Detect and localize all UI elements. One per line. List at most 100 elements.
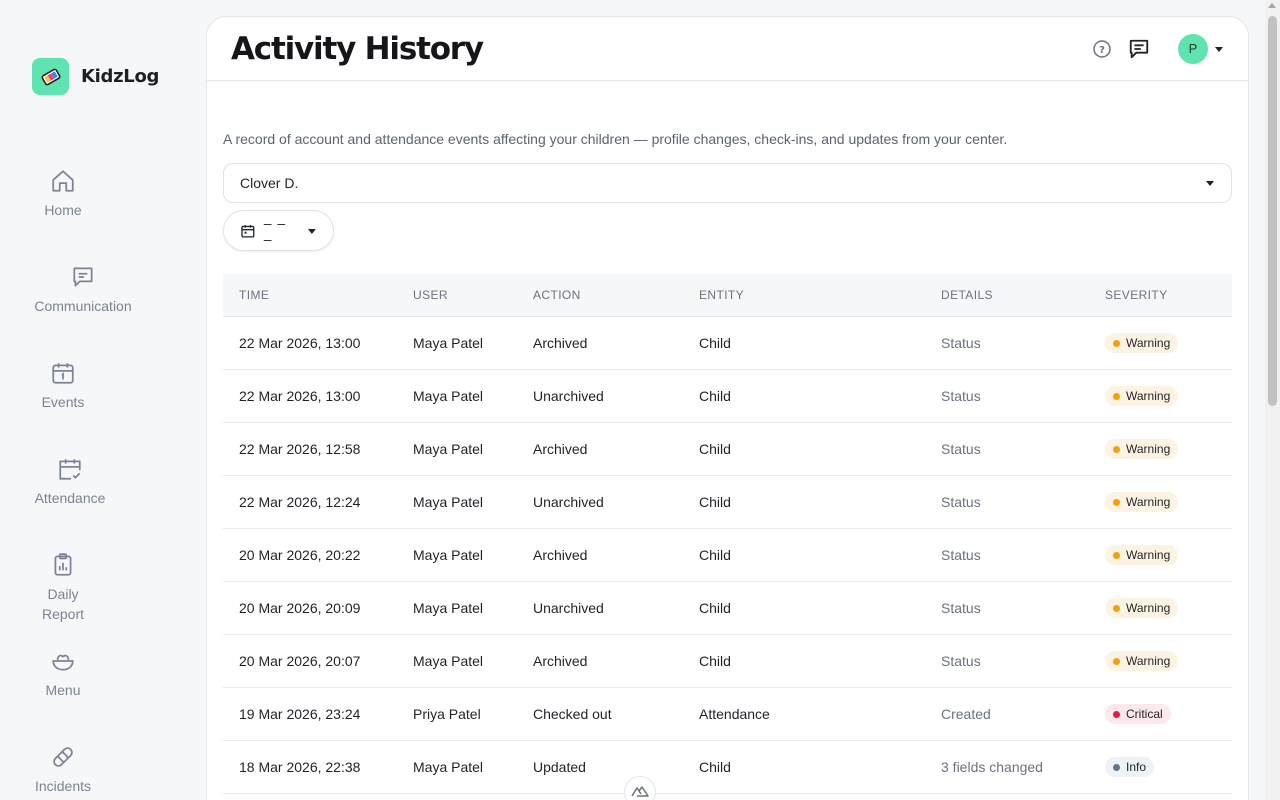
table-row[interactable]: 20 Mar 2026, 20:07 Maya Patel Archived Chil… <box>223 635 1232 688</box>
message-icon <box>1129 39 1149 58</box>
cell-entity: Child <box>699 335 731 351</box>
cell-entity: Child <box>699 653 731 669</box>
date-range-filter[interactable]: – – – <box>223 210 334 251</box>
sidebar-item-incidents[interactable]: Incidents <box>0 744 126 796</box>
severity-badge: Warning <box>1105 598 1179 618</box>
messages-button[interactable] <box>1128 38 1150 60</box>
child-select[interactable]: Clover D. <box>223 163 1232 203</box>
severity-label: Info <box>1126 760 1147 774</box>
devtools-toggle-button[interactable] <box>624 776 656 800</box>
home-icon <box>52 170 74 192</box>
header-actions: ? P <box>1092 33 1224 64</box>
clipboard-icon <box>54 553 72 576</box>
cell-time: 22 Mar 2026, 13:00 <box>239 335 361 351</box>
severity-label: Warning <box>1126 495 1171 509</box>
sidebar-item-label: Menu <box>45 682 81 698</box>
calendar-check-icon <box>59 459 81 480</box>
cell-user: Maya Patel <box>413 653 484 669</box>
column-header-entity[interactable]: ENTITY <box>699 288 941 302</box>
cell-user: Priya Patel <box>413 706 481 722</box>
table-row[interactable]: 22 Mar 2026, 12:24 Maya Patel Unarchived Ch… <box>223 476 1232 529</box>
severity-dot-icon <box>1113 551 1120 559</box>
sidebar-item-menu[interactable]: Menu <box>0 648 126 700</box>
sidebar-item-attendance[interactable]: Attendance <box>0 456 140 508</box>
table-row[interactable]: 20 Mar 2026, 20:09 Maya Patel Unarchived Ch… <box>223 582 1232 635</box>
severity-dot-icon <box>1113 763 1120 771</box>
child-select-value: Clover D. <box>240 175 299 191</box>
table-row[interactable]: 18 Mar 2026, 22:38 Maya Patel Updated Child… <box>223 741 1232 794</box>
sidebar-item-events[interactable]: Events <box>0 360 126 412</box>
cell-severity: Warning <box>1105 333 1232 353</box>
severity-dot-icon <box>1113 604 1120 612</box>
cell-user: Maya Patel <box>413 388 484 404</box>
cell-action: Unarchived <box>533 388 604 404</box>
cell-time: 20 Mar 2026, 20:22 <box>239 547 361 563</box>
severity-dot-icon <box>1113 392 1120 400</box>
sidebar-item-daily-report[interactable]: Daily Report <box>0 552 126 624</box>
severity-label: Warning <box>1126 442 1171 456</box>
column-header-severity[interactable]: SEVERITY <box>1105 288 1232 302</box>
severity-dot-icon <box>1113 339 1120 347</box>
severity-label: Warning <box>1126 548 1171 562</box>
calendar-icon <box>241 224 255 238</box>
cell-entity: Child <box>699 441 731 457</box>
caret-down-icon <box>1215 46 1223 52</box>
cell-entity: Child <box>699 600 731 616</box>
scrollbar[interactable] <box>1265 0 1280 800</box>
severity-badge: Warning <box>1105 651 1179 671</box>
cell-severity: Warning <box>1105 439 1232 459</box>
cell-severity: Warning <box>1105 545 1232 565</box>
sidebar: KidzLog Home Communication Events Attend… <box>0 0 206 800</box>
severity-dot-icon <box>1113 445 1120 453</box>
column-header-action[interactable]: ACTION <box>533 288 699 302</box>
cell-details: Status <box>941 335 981 351</box>
cell-time: 20 Mar 2026, 20:07 <box>239 653 361 669</box>
table-row[interactable]: 22 Mar 2026, 13:00 Maya Patel Unarchived Ch… <box>223 370 1232 423</box>
activity-table: TIME USER ACTION ENTITY DETAILS SEVERITY… <box>223 274 1232 794</box>
user-menu[interactable]: P <box>1178 33 1224 64</box>
severity-badge: Warning <box>1105 333 1179 353</box>
calendar-icon <box>52 363 74 384</box>
table-body: 22 Mar 2026, 13:00 Maya Patel Archived Chil… <box>223 317 1232 794</box>
cell-details: Created <box>941 706 991 722</box>
table-header: TIME USER ACTION ENTITY DETAILS SEVERITY <box>223 274 1232 317</box>
column-header-user[interactable]: USER <box>413 288 533 302</box>
cell-action: Archived <box>533 441 588 457</box>
help-button[interactable]: ? <box>1092 39 1112 59</box>
cell-severity: Warning <box>1105 492 1232 512</box>
cell-details: Status <box>941 388 981 404</box>
nuxt-logo-icon <box>631 786 649 797</box>
cell-time: 18 Mar 2026, 22:38 <box>239 759 361 775</box>
cell-entity: Child <box>699 388 731 404</box>
cell-details: Status <box>941 441 981 457</box>
severity-badge: Info <box>1105 757 1155 777</box>
table-row[interactable]: 22 Mar 2026, 12:58 Maya Patel Archived Chil… <box>223 423 1232 476</box>
main-panel: Activity History ? P A record of account… <box>206 16 1249 800</box>
cell-action: Archived <box>533 335 588 351</box>
cell-user: Maya Patel <box>413 600 484 616</box>
table-row[interactable]: 19 Mar 2026, 23:24 Priya Patel Checked out… <box>223 688 1232 741</box>
cell-severity: Info <box>1105 757 1232 777</box>
table-row[interactable]: 22 Mar 2026, 13:00 Maya Patel Archived Chil… <box>223 317 1232 370</box>
sidebar-item-communication[interactable]: Communication <box>0 264 166 316</box>
scroll-up-arrow-icon[interactable] <box>1268 3 1276 8</box>
brand[interactable]: KidzLog <box>32 58 159 95</box>
column-header-time[interactable]: TIME <box>223 288 413 302</box>
sidebar-item-home[interactable]: Home <box>0 168 126 220</box>
chat-icon <box>73 267 93 287</box>
cell-details: 3 fields changed <box>941 759 1043 775</box>
cell-time: 22 Mar 2026, 12:58 <box>239 441 361 457</box>
severity-badge: Warning <box>1105 386 1179 406</box>
svg-text:?: ? <box>1099 45 1105 56</box>
bandage-icon <box>53 747 73 767</box>
scrollbar-thumb[interactable] <box>1268 16 1277 406</box>
kidzlog-logo-icon <box>32 58 69 95</box>
sidebar-item-label: Events <box>41 394 85 410</box>
cell-action: Unarchived <box>533 494 604 510</box>
avatar: P <box>1178 33 1208 64</box>
column-header-details[interactable]: DETAILS <box>941 288 1105 302</box>
severity-label: Warning <box>1126 336 1171 350</box>
table-row[interactable]: 20 Mar 2026, 20:22 Maya Patel Archived Chil… <box>223 529 1232 582</box>
content: A record of account and attendance event… <box>207 131 1248 794</box>
cell-time: 22 Mar 2026, 12:24 <box>239 494 361 510</box>
